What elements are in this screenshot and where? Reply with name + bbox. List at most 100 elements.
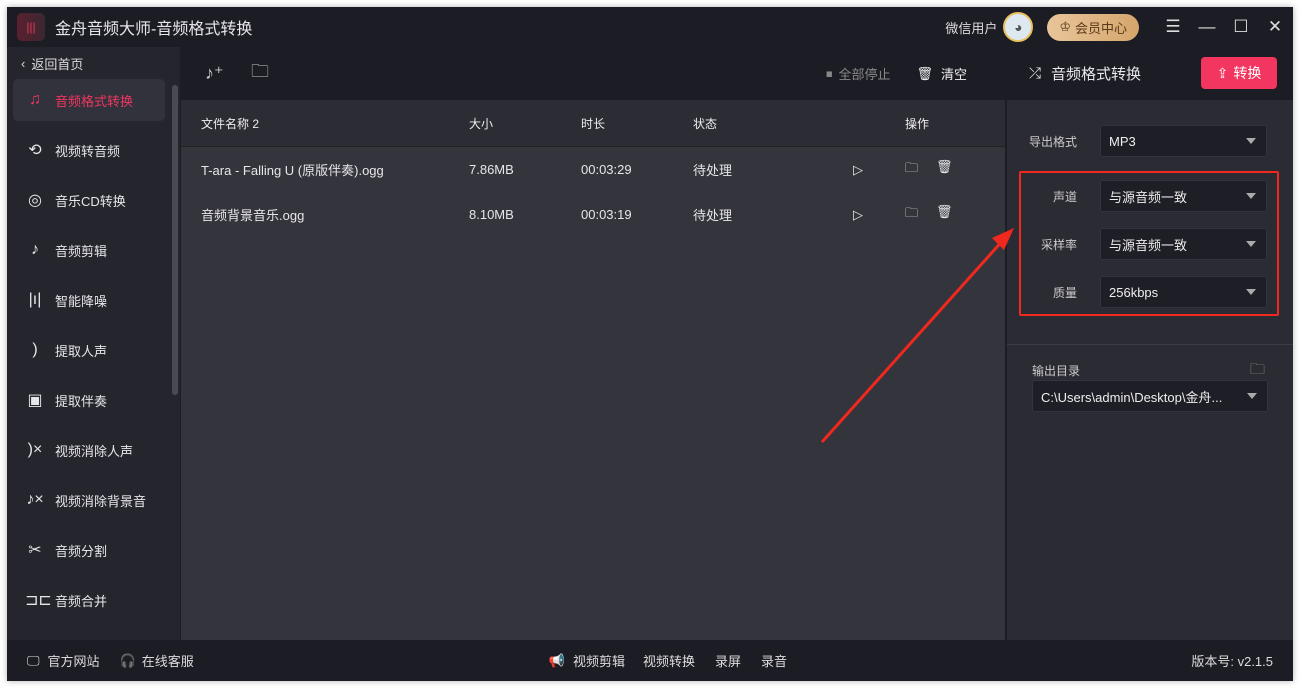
header-status: 状态 xyxy=(693,116,718,131)
play-icon[interactable]: ▷ xyxy=(811,162,905,178)
sidebar: ‹ 返回首页 ♫ 音频格式转换 ⟲ 视频转音频 ◎ 音乐CD转换 ♪ 音频剪辑 |ı| 智能… xyxy=(7,47,180,640)
file-name: T-ara - Falling U (原版伴奏).ogg xyxy=(201,163,384,178)
sidebar-item-label: 音频分割 xyxy=(55,543,108,559)
settings-panel: ⤮ 音频格式转换 ⇪ 转换 导出格式 MP3 声道 与源音频一致 采样率 与源音频一致 … xyxy=(1007,47,1293,640)
link-video-edit[interactable]: 视频剪辑 xyxy=(573,651,625,670)
folder-icon[interactable]: 🗀 xyxy=(905,159,918,181)
split-icon: ✂ xyxy=(28,542,42,559)
clear-label: 清空 xyxy=(940,67,967,82)
sidebar-item-label: 提取伴奏 xyxy=(55,393,108,409)
sidebar-item-label: 视频转音频 xyxy=(55,143,121,159)
divider xyxy=(1007,344,1293,345)
app-logo-icon: ||| xyxy=(17,13,45,41)
header-duration: 时长 xyxy=(581,116,606,131)
output-dir-select[interactable]: C:\Users\admin\Desktop\金舟... xyxy=(1032,380,1268,412)
file-status: 待处理 xyxy=(693,208,733,223)
link-video-convert[interactable]: 视频转换 xyxy=(643,651,695,670)
vip-center-button[interactable]: ♔ 会员中心 xyxy=(1047,13,1139,41)
sidebar-item-label: 视频消除人声 xyxy=(55,443,134,459)
convert-label: 转换 xyxy=(1233,65,1262,81)
menu-icon[interactable]: ☰ xyxy=(1157,17,1189,37)
accompaniment-icon: ▣ xyxy=(27,392,43,409)
minimize-icon[interactable]: — xyxy=(1191,17,1223,37)
file-status: 待处理 xyxy=(693,163,733,178)
website-link[interactable]: 官方网站 xyxy=(48,651,100,670)
output-dir-label: 输出目录 xyxy=(1032,364,1081,378)
link-audio-record[interactable]: 录音 xyxy=(761,651,787,670)
shuffle-icon: ⤮ xyxy=(1029,65,1042,82)
footer-bar: 🖵 官方网站 🎧 在线客服 📢 视频剪辑 视频转换 录屏 录音 版本号: v2.… xyxy=(7,640,1293,681)
header-size: 大小 xyxy=(469,116,494,131)
maximize-icon[interactable]: ☐ xyxy=(1225,17,1257,37)
sidebar-item-label: 视频消除背景音 xyxy=(55,493,147,509)
trash-icon: 🗑 xyxy=(916,65,933,81)
link-screen-record[interactable]: 录屏 xyxy=(715,651,741,670)
megaphone-icon: 📢 xyxy=(548,652,565,668)
table-row: T-ara - Falling U (原版伴奏).ogg 7.86MB 00:0… xyxy=(181,147,1005,192)
add-file-icon[interactable]: ♪⁺ xyxy=(205,63,227,84)
trash-icon[interactable]: 🗑 xyxy=(936,159,953,181)
file-name: 音频背景音乐.ogg xyxy=(201,208,305,223)
remove-bg-icon: ♪× xyxy=(26,491,44,508)
file-list-area: ♪⁺ 🗀 ⏹ 全部停止 🗑 清空 文件名称 2 大小 时长 状态 操作 T-ara … xyxy=(181,47,1005,640)
format-value: MP3 xyxy=(1109,133,1136,149)
sidebar-item-cd[interactable]: ◎ 音乐CD转换 xyxy=(13,179,165,221)
close-icon[interactable]: ✕ xyxy=(1259,17,1291,37)
stop-all-label: 全部停止 xyxy=(838,67,891,82)
highlight-box xyxy=(1019,171,1279,316)
crown-icon: ♔ xyxy=(1059,19,1071,34)
merge-icon: ⊐⊏ xyxy=(25,592,52,609)
table-row: 音频背景音乐.ogg 8.10MB 00:03:19 待处理 ▷ 🗀 🗑 xyxy=(181,192,1005,237)
cd-icon: ◎ xyxy=(28,192,42,209)
sidebar-item-label: 音频格式转换 xyxy=(55,93,134,109)
stop-all-button[interactable]: ⏹ 全部停止 xyxy=(826,64,891,83)
format-select[interactable]: MP3 xyxy=(1100,125,1267,157)
sidebar-item-merge[interactable]: ⊐⊏ 音频合并 xyxy=(13,579,165,621)
version-text: 版本号: v2.1.5 xyxy=(1191,654,1273,669)
avatar[interactable]: ◕ xyxy=(1003,12,1034,42)
sidebar-item-label: 音乐CD转换 xyxy=(55,193,126,209)
denoise-icon: |ı| xyxy=(28,291,42,308)
file-duration: 00:03:19 xyxy=(581,207,632,222)
sidebar-item-voice[interactable]: ) 提取人声 xyxy=(13,329,165,371)
convert-button[interactable]: ⇪ 转换 xyxy=(1201,57,1277,89)
back-label: 返回首页 xyxy=(31,56,84,72)
sidebar-item-remove-voice[interactable]: )× 视频消除人声 xyxy=(13,429,165,471)
service-link[interactable]: 在线客服 xyxy=(142,651,194,670)
headset-icon: 🎧 xyxy=(119,652,136,668)
panel-title: 音频格式转换 xyxy=(1051,66,1142,83)
stop-icon: ⏹ xyxy=(825,65,833,81)
trash-icon[interactable]: 🗑 xyxy=(936,204,953,226)
app-window: ||| 金舟音频大师-音频格式转换 微信用户 ◕ ♔ 会员中心 ☰ — ☐ ✕ ‹… xyxy=(7,7,1293,681)
sidebar-item-remove-bg[interactable]: ♪× 视频消除背景音 xyxy=(13,479,165,521)
file-duration: 00:03:29 xyxy=(581,162,632,177)
voice-icon: ) xyxy=(32,341,38,358)
sidebar-item-video-to-audio[interactable]: ⟲ 视频转音频 xyxy=(13,129,165,171)
audio-cut-icon: ♪ xyxy=(31,241,39,258)
folder-icon[interactable]: 🗀 xyxy=(905,204,918,226)
sidebar-scrollbar[interactable] xyxy=(172,85,178,395)
sidebar-item-denoise[interactable]: |ı| 智能降噪 xyxy=(13,279,165,321)
header-name[interactable]: 文件名称 2 xyxy=(181,115,469,132)
file-size: 8.10MB xyxy=(469,207,514,222)
vip-label: 会员中心 xyxy=(1074,20,1127,36)
video-to-audio-icon: ⟲ xyxy=(28,142,42,159)
sidebar-item-label: 音频合并 xyxy=(55,593,108,609)
play-icon[interactable]: ▷ xyxy=(811,207,905,223)
sidebar-item-accompaniment[interactable]: ▣ 提取伴奏 xyxy=(13,379,165,421)
file-size: 7.86MB xyxy=(469,162,514,177)
sidebar-item-audio-cut[interactable]: ♪ 音频剪辑 xyxy=(13,229,165,271)
title-bar: ||| 金舟音频大师-音频格式转换 微信用户 ◕ ♔ 会员中心 ☰ — ☐ ✕ xyxy=(7,7,1293,47)
back-home-button[interactable]: ‹ 返回首页 xyxy=(7,47,180,79)
clear-button[interactable]: 🗑 清空 xyxy=(916,64,967,83)
sidebar-item-audio-convert[interactable]: ♫ 音频格式转换 xyxy=(13,79,165,121)
format-label: 导出格式 xyxy=(1028,134,1077,149)
sidebar-item-label: 音频剪辑 xyxy=(55,243,108,259)
monitor-icon: 🖵 xyxy=(27,652,40,668)
user-name[interactable]: 微信用户 xyxy=(945,18,997,37)
chevron-left-icon: ‹ xyxy=(21,55,26,71)
audio-convert-icon: ♫ xyxy=(29,91,41,108)
sidebar-item-split[interactable]: ✂ 音频分割 xyxy=(13,529,165,571)
add-folder-icon[interactable]: 🗀 xyxy=(251,59,273,89)
table-header: 文件名称 2 大小 时长 状态 操作 xyxy=(181,100,1005,147)
